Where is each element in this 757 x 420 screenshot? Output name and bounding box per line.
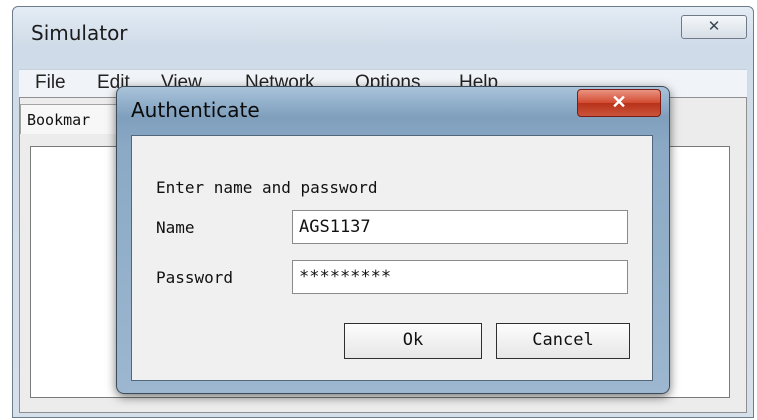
dialog-title: Authenticate — [131, 98, 260, 122]
close-icon[interactable]: ✕ — [577, 89, 661, 117]
close-icon[interactable]: ✕ — [681, 15, 747, 39]
password-field[interactable]: ********* — [292, 260, 628, 294]
tab-label: Bookmar — [27, 111, 91, 129]
menu-file[interactable]: File — [35, 72, 66, 94]
ok-button[interactable]: Ok — [344, 323, 482, 359]
prompt-text: Enter name and password — [156, 178, 378, 197]
tab-bookmarks[interactable]: Bookmar — [20, 104, 130, 134]
name-field[interactable]: AGS1137 — [292, 210, 628, 244]
cancel-button[interactable]: Cancel — [496, 323, 630, 359]
window-title: Simulator — [31, 21, 128, 45]
dialog-body: Enter name and password Name AGS1137 Pas… — [131, 135, 653, 381]
authenticate-dialog: Authenticate ✕ Enter name and password N… — [116, 86, 670, 394]
name-label: Name — [156, 218, 195, 237]
password-label: Password — [156, 268, 234, 287]
